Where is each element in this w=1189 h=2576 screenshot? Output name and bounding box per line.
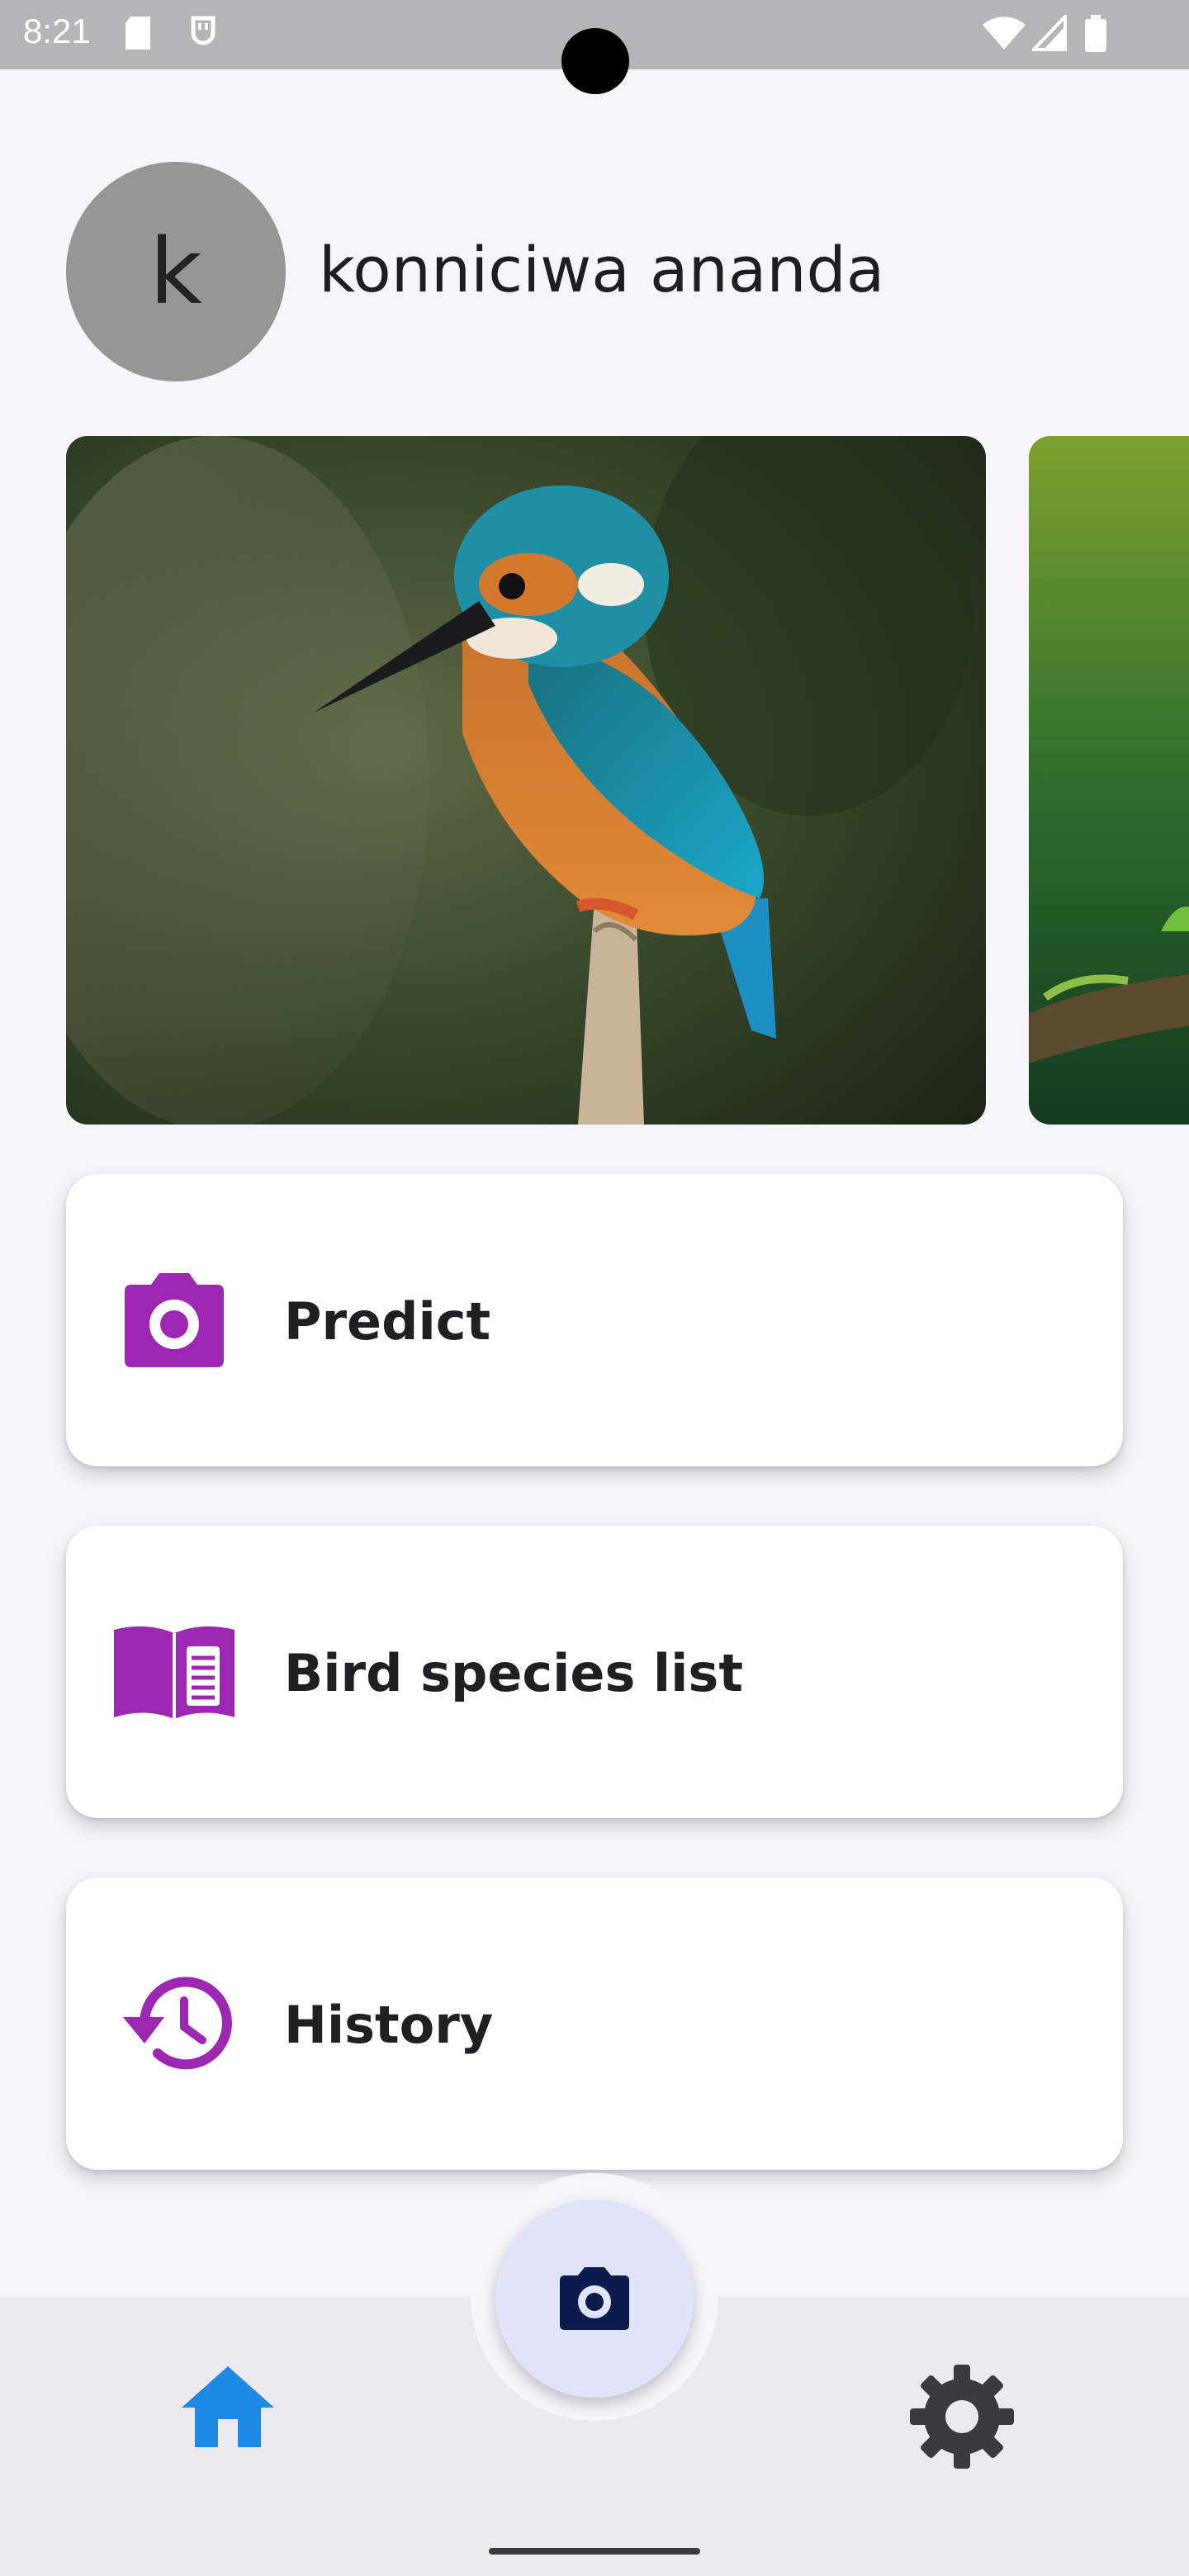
bird-image-carousel[interactable] [0,436,1189,1125]
gear-icon [910,2365,1014,2469]
carousel-slide-kingfisher[interactable] [66,436,986,1125]
bird-species-list-card[interactable]: Bird species list [66,1526,1123,1818]
history-label: History [284,1995,494,2055]
history-card[interactable]: History [66,1878,1123,2170]
book-icon [112,1613,236,1729]
forest-branch-photo [1029,436,1189,1125]
avatar-initial: k [149,219,202,324]
battery-icon [1085,15,1106,52]
signal-icon [1032,15,1067,51]
settings-nav-button[interactable] [908,2363,1016,2474]
usb-icon [191,16,216,45]
camera-icon [112,1262,236,1377]
carousel-slide-forest[interactable] [1029,436,1189,1125]
camera-fab-button[interactable] [495,2200,694,2398]
bird-species-list-label: Bird species list [284,1643,743,1703]
home-nav-button[interactable] [178,2363,277,2452]
sd-card-icon [126,17,150,50]
predict-label: Predict [284,1291,491,1352]
greeting-text: konniciwa ananda [319,233,885,306]
kingfisher-photo [66,436,986,1125]
history-icon [112,1965,236,2081]
predict-card[interactable]: Predict [66,1174,1123,1466]
camera-icon [560,2267,629,2330]
status-time: 8:21 [23,12,91,50]
home-icon [182,2366,274,2447]
wifi-icon [983,17,1026,50]
avatar[interactable]: k [66,162,286,381]
front-camera-cutout [561,28,629,94]
gesture-home-indicator[interactable] [489,2548,700,2555]
